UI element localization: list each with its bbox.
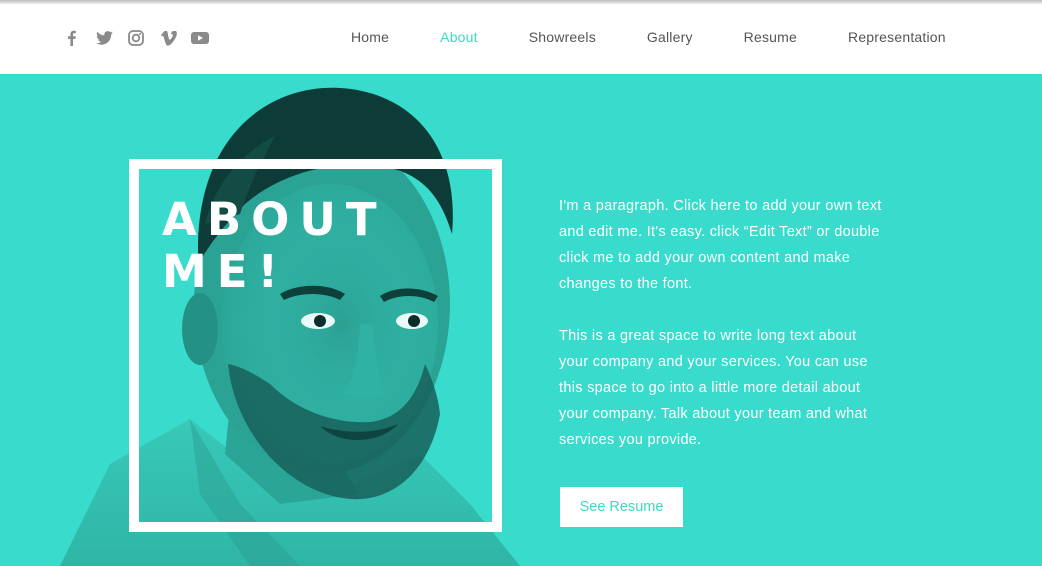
about-section: ABOUT ME! I'm a paragraph. Click here to… xyxy=(0,74,1042,566)
nav-item-about[interactable]: About xyxy=(440,28,478,46)
about-paragraph-2: This is a great space to write long text… xyxy=(559,328,868,448)
nav-item-gallery[interactable]: Gallery xyxy=(647,28,693,46)
social-bar xyxy=(62,28,210,48)
facebook-icon[interactable] xyxy=(62,28,82,48)
nav-item-resume[interactable]: Resume xyxy=(744,28,797,46)
main-nav: Home About Showreels Gallery Resume Repr… xyxy=(351,28,997,46)
about-text: I'm a paragraph. Click here to add your … xyxy=(559,193,889,479)
twitter-icon[interactable] xyxy=(94,28,114,48)
nav-item-showreels[interactable]: Showreels xyxy=(529,28,596,46)
nav-item-home[interactable]: Home xyxy=(351,28,389,46)
youtube-icon[interactable] xyxy=(190,28,210,48)
see-resume-button[interactable]: See Resume xyxy=(560,487,683,527)
nav-item-representation[interactable]: Representation xyxy=(848,28,946,46)
about-paragraph-1: I'm a paragraph. Click here to add your … xyxy=(559,198,882,292)
about-title: ABOUT ME! xyxy=(162,194,387,298)
instagram-icon[interactable] xyxy=(126,28,146,48)
vimeo-icon[interactable] xyxy=(158,28,178,48)
about-title-line2: ME! xyxy=(162,245,289,298)
site-header: Home About Showreels Gallery Resume Repr… xyxy=(0,4,1042,74)
about-title-line1: ABOUT xyxy=(162,193,387,246)
